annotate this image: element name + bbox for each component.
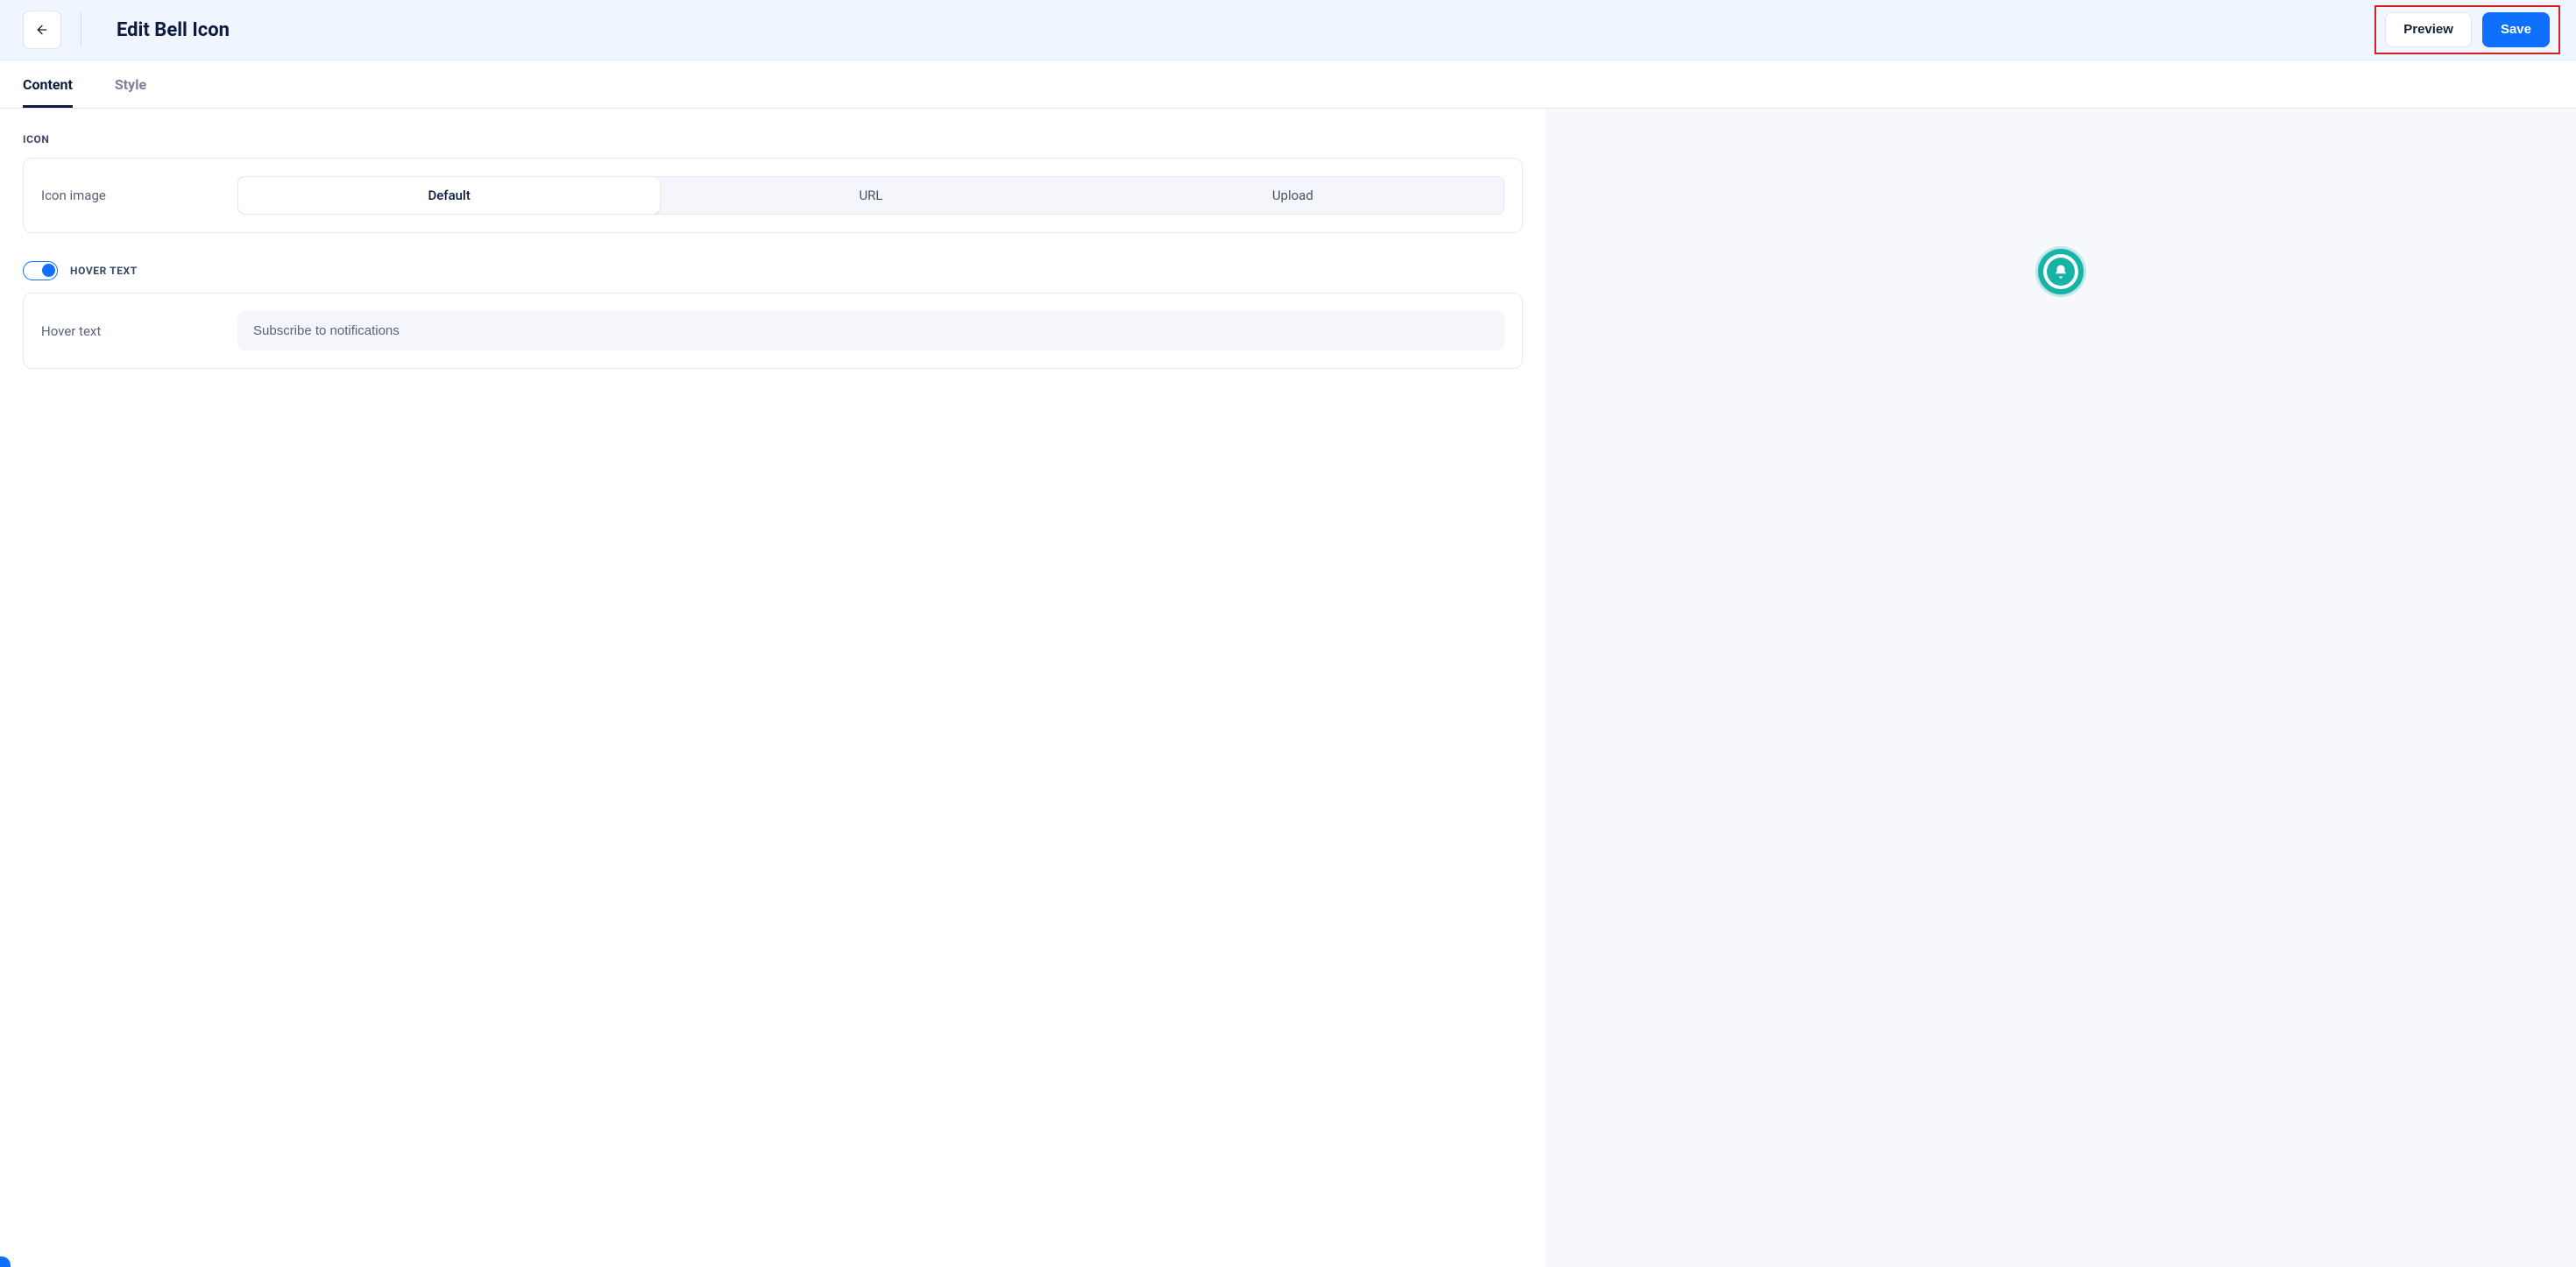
preview-button[interactable]: Preview: [2385, 12, 2472, 47]
bell-preview: [2038, 249, 2084, 294]
hover-text-label: Hover text: [41, 323, 216, 339]
tab-content[interactable]: Content: [23, 60, 73, 108]
toggle-knob: [42, 264, 55, 277]
app-root: Edit Bell Icon Preview Save Content Styl…: [0, 0, 2576, 1267]
tabs-bar: Content Style: [0, 60, 2576, 109]
form-pane: ICON Icon image Default URL Upload HOVER…: [0, 109, 1546, 1267]
page-title: Edit Bell Icon: [117, 19, 230, 41]
icon-card: Icon image Default URL Upload: [23, 158, 1523, 233]
icon-image-segmented: Default URL Upload: [237, 176, 1504, 215]
tab-style[interactable]: Style: [115, 60, 146, 108]
back-button[interactable]: [23, 11, 61, 49]
bell-icon: [2053, 264, 2069, 280]
arrow-left-icon: [35, 23, 49, 37]
header-left: Edit Bell Icon: [23, 11, 230, 49]
hover-toggle-row: HOVER TEXT: [23, 261, 1523, 280]
hover-text-toggle[interactable]: [23, 261, 58, 280]
header-right: Preview Save: [2374, 12, 2553, 47]
page-header: Edit Bell Icon Preview Save: [0, 0, 2576, 60]
segment-upload[interactable]: Upload: [1082, 177, 1504, 214]
body: ICON Icon image Default URL Upload HOVER…: [0, 109, 2576, 1267]
preview-pane: [1546, 109, 2576, 1267]
hover-text-input[interactable]: [237, 311, 1504, 350]
save-button[interactable]: Save: [2482, 12, 2550, 47]
icon-section-header: ICON: [23, 133, 1523, 145]
bell-preview-disc: [2047, 258, 2075, 286]
actions-highlight: Preview Save: [2374, 5, 2560, 54]
icon-image-label: Icon image: [41, 188, 216, 203]
bell-preview-ring: [2043, 254, 2078, 289]
segment-url[interactable]: URL: [660, 177, 1081, 214]
hover-section-header: HOVER TEXT: [70, 265, 138, 277]
segment-default[interactable]: Default: [238, 177, 660, 214]
hover-card: Hover text: [23, 293, 1523, 369]
